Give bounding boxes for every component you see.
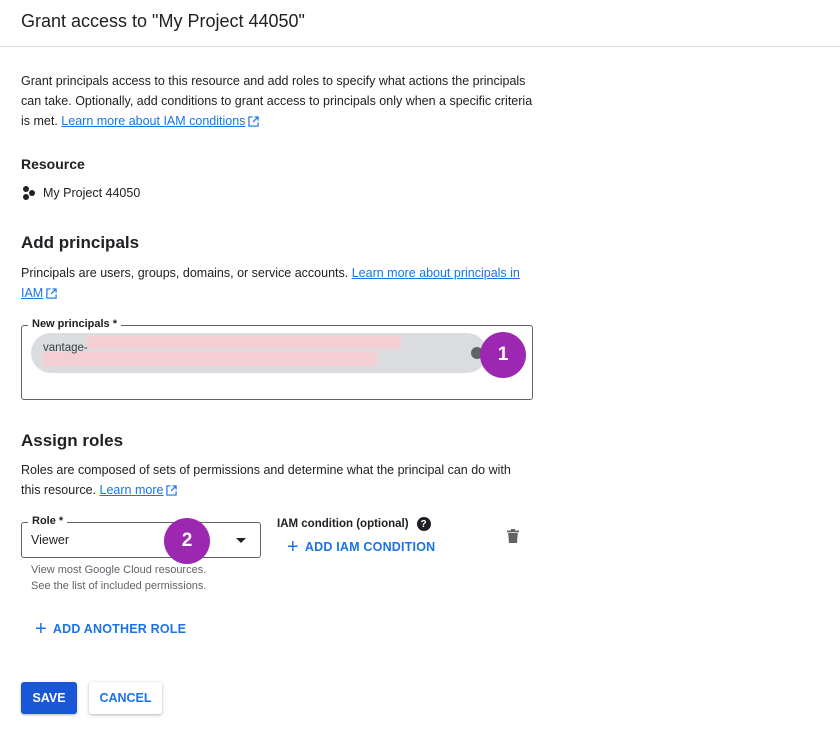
role-hint-line-1: View most Google Cloud resources.	[31, 564, 207, 576]
add-another-role-button[interactable]: + ADD ANOTHER ROLE	[35, 618, 187, 640]
role-value: Viewer	[31, 533, 69, 547]
save-button[interactable]: SAVE	[21, 682, 77, 714]
dialog-header: Grant access to "My Project 44050"	[0, 0, 840, 47]
add-iam-condition-label: ADD IAM CONDITION	[304, 540, 436, 554]
external-link-icon	[166, 485, 178, 496]
redacted-area	[87, 336, 401, 349]
delete-icon[interactable]	[507, 529, 519, 543]
role-hint: View most Google Cloud resources. See th…	[31, 562, 206, 594]
iam-conditions-link[interactable]: Learn more about IAM conditions	[61, 114, 245, 128]
role-hint-line-2: See the list of included permissions.	[31, 580, 207, 592]
roles-description: Roles are composed of sets of permission…	[21, 460, 521, 500]
add-iam-condition-button[interactable]: + ADD IAM CONDITION	[287, 536, 436, 558]
new-principals-label: New principals *	[28, 318, 121, 330]
dropdown-arrow-icon[interactable]	[236, 538, 246, 543]
intro-paragraph: Grant principals access to this resource…	[21, 71, 541, 131]
redacted-area	[43, 352, 377, 366]
roles-learn-more-link[interactable]: Learn more	[100, 483, 164, 497]
plus-icon: +	[287, 536, 299, 558]
add-principals-heading: Add principals	[21, 233, 140, 252]
resource-name: My Project 44050	[43, 186, 141, 200]
resource-row: My Project 44050	[21, 184, 140, 202]
role-label: Role *	[28, 515, 68, 527]
roles-description-text: Roles are composed of sets of permission…	[21, 463, 511, 497]
external-link-icon	[248, 116, 260, 127]
dialog-title: Grant access to "My Project 44050"	[21, 11, 305, 31]
annotation-badge-2: 2	[164, 518, 210, 564]
annotation-badge-1: 1	[480, 332, 526, 378]
project-icon	[23, 186, 35, 200]
resource-heading: Resource	[21, 156, 85, 172]
assign-roles-heading: Assign roles	[21, 431, 124, 450]
add-another-role-label: ADD ANOTHER ROLE	[52, 622, 187, 636]
principal-chip-text: vantage-	[43, 342, 88, 354]
role-select[interactable]: Role * Viewer	[21, 515, 261, 558]
iam-condition-label-text: IAM condition (optional)	[277, 518, 409, 530]
principals-description: Principals are users, groups, domains, o…	[21, 263, 541, 303]
plus-icon: +	[35, 618, 47, 640]
help-icon[interactable]: ?	[416, 517, 431, 531]
external-link-icon	[46, 288, 57, 299]
principal-chip[interactable]: vantage-	[31, 333, 487, 373]
principals-description-text: Principals are users, groups, domains, o…	[21, 266, 349, 280]
iam-condition-label: IAM condition (optional) ?	[277, 517, 431, 531]
cancel-button[interactable]: CANCEL	[89, 682, 162, 714]
new-principals-field[interactable]: New principals * vantage-	[21, 318, 533, 400]
